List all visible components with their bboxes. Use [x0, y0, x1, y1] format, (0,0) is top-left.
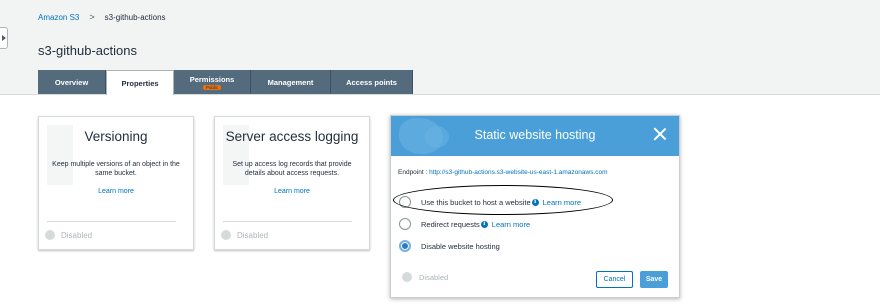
tab-label: Access points [346, 77, 397, 87]
option-disable-hosting[interactable]: Disable website hosting [399, 240, 500, 252]
endpoint-text: Endpoint : http://s3-github-actions.s3-w… [398, 169, 618, 177]
status-label: Disabled [419, 272, 449, 282]
tab-label: Properties [121, 78, 159, 88]
option-host-website[interactable]: Use this bucket to host a website i Lear… [399, 196, 581, 208]
card-status: Disabled [45, 230, 92, 240]
card-status: Disabled [221, 230, 268, 240]
page-title: s3-github-actions [38, 43, 137, 58]
breadcrumb-current: s3-github-actions [104, 12, 166, 22]
status-label: Disabled [237, 230, 269, 240]
card-description: Set up access log records that provide d… [232, 161, 352, 177]
panel-title: Static website hosting [474, 128, 596, 142]
status-dot-icon [402, 272, 412, 282]
card-divider [47, 221, 176, 222]
tab-bar: Overview Properties Permissions Public M… [38, 70, 413, 95]
public-badge: Public [202, 84, 222, 90]
tab-permissions[interactable]: Permissions Public [174, 70, 251, 94]
tab-overview[interactable]: Overview [38, 70, 106, 94]
radio-redirect-requests[interactable] [399, 218, 411, 230]
card-description: Keep multiple versions of an object in t… [52, 161, 180, 177]
breadcrumb-separator: > [89, 12, 95, 22]
option-label: Use this bucket to host a website [421, 197, 531, 207]
card-title: Versioning [84, 129, 148, 144]
radio-host-website[interactable] [399, 196, 411, 208]
status-dot-icon [221, 230, 231, 240]
tab-label: Permissions [189, 74, 235, 84]
tab-properties[interactable]: Properties [106, 70, 174, 95]
learn-more-link[interactable]: Learn more [492, 220, 530, 229]
cancel-button[interactable]: Cancel [596, 271, 633, 288]
option-label: Disable website hosting [421, 241, 500, 251]
tab-management[interactable]: Management [251, 70, 331, 94]
status-dot-icon [45, 230, 55, 240]
card-title: Server access logging [225, 129, 359, 144]
versioning-card[interactable]: Versioning Keep multiple versions of an … [38, 116, 194, 250]
endpoint-label: Endpoint : [398, 169, 430, 176]
option-redirect-requests[interactable]: Redirect requests i Learn more [399, 218, 530, 230]
option-label: Redirect requests [421, 219, 480, 229]
breadcrumb-root-link[interactable]: Amazon S3 [38, 13, 79, 22]
tab-access-points[interactable]: Access points [331, 70, 413, 94]
status-label: Disabled [61, 230, 93, 240]
info-icon[interactable]: i [531, 198, 539, 206]
radio-disable-hosting[interactable] [399, 240, 411, 252]
learn-more-link[interactable]: Learn more [215, 188, 369, 195]
sidebar-toggle[interactable] [0, 27, 8, 49]
panel-header: Static website hosting [391, 116, 679, 156]
learn-more-link[interactable]: Learn more [543, 198, 581, 207]
tab-label: Management [267, 77, 314, 87]
breadcrumb: Amazon S3 > s3-github-actions [38, 12, 166, 22]
card-divider [223, 221, 352, 222]
tab-label: Overview [54, 77, 89, 87]
close-icon[interactable] [653, 127, 667, 141]
learn-more-link[interactable]: Learn more [39, 188, 193, 195]
header-area: Amazon S3 > s3-github-actions s3-github-… [0, 0, 880, 95]
endpoint-url-link[interactable]: http://s3-github-actions.s3-website-us-e… [429, 169, 607, 176]
panel-status: Disabled [402, 272, 448, 282]
info-icon[interactable]: i [480, 220, 488, 228]
static-website-hosting-panel: Static website hosting Endpoint : http:/… [390, 115, 680, 298]
server-access-logging-card[interactable]: Server access logging Set up access log … [214, 116, 370, 250]
save-button[interactable]: Save [640, 271, 668, 288]
